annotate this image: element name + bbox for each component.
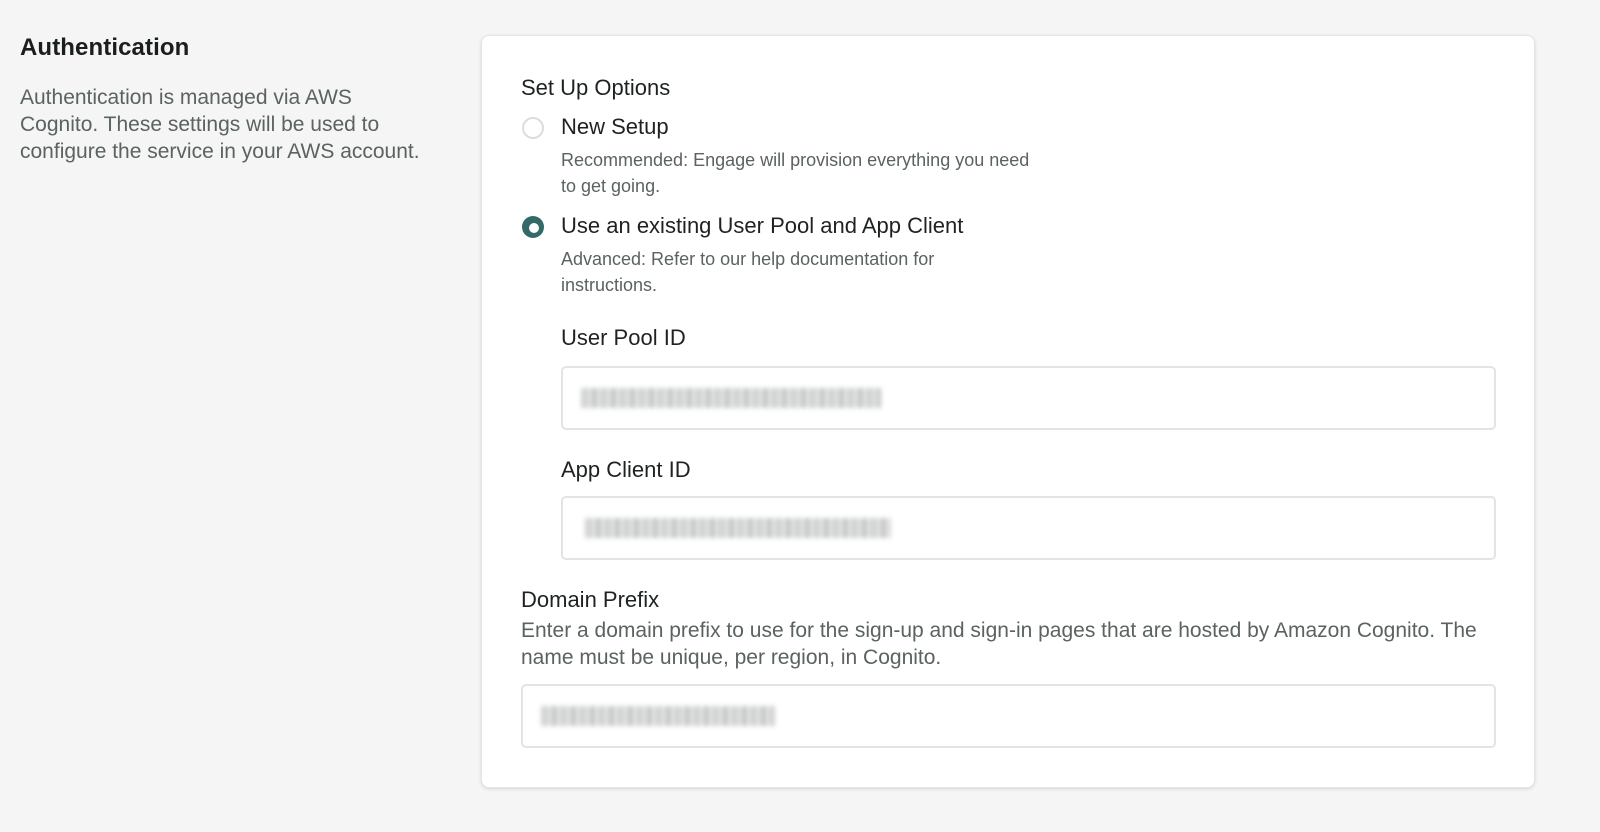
existing-pool-radio[interactable] <box>522 216 544 238</box>
app-client-id-input[interactable] <box>561 496 1496 560</box>
section-intro: Authentication Authentication is managed… <box>20 34 430 165</box>
authentication-card: Set Up Options New Setup Recommended: En… <box>481 35 1535 788</box>
app-client-id-label: App Client ID <box>561 457 691 482</box>
domain-prefix-input[interactable] <box>521 684 1496 748</box>
settings-page: Authentication Authentication is managed… <box>0 0 1600 832</box>
section-title: Authentication <box>20 34 190 61</box>
domain-prefix-label: Domain Prefix <box>521 587 660 612</box>
new-setup-label[interactable]: New Setup <box>561 114 669 140</box>
existing-pool-label[interactable]: Use an existing User Pool and App Client <box>561 213 963 239</box>
new-setup-radio[interactable] <box>522 117 544 139</box>
setup-options-heading: Set Up Options <box>521 75 671 100</box>
redacted-value <box>581 388 881 408</box>
new-setup-help: Recommended: Engage will provision every… <box>561 150 1030 196</box>
redacted-value <box>541 706 775 726</box>
existing-pool-help: Advanced: Refer to our help documentatio… <box>561 249 935 295</box>
section-description: Authentication is managed via AWS Cognit… <box>20 86 420 163</box>
redacted-value <box>585 518 891 538</box>
user-pool-id-label: User Pool ID <box>561 325 686 350</box>
user-pool-id-input[interactable] <box>561 366 1496 430</box>
domain-prefix-description: Enter a domain prefix to use for the sig… <box>521 619 1477 669</box>
